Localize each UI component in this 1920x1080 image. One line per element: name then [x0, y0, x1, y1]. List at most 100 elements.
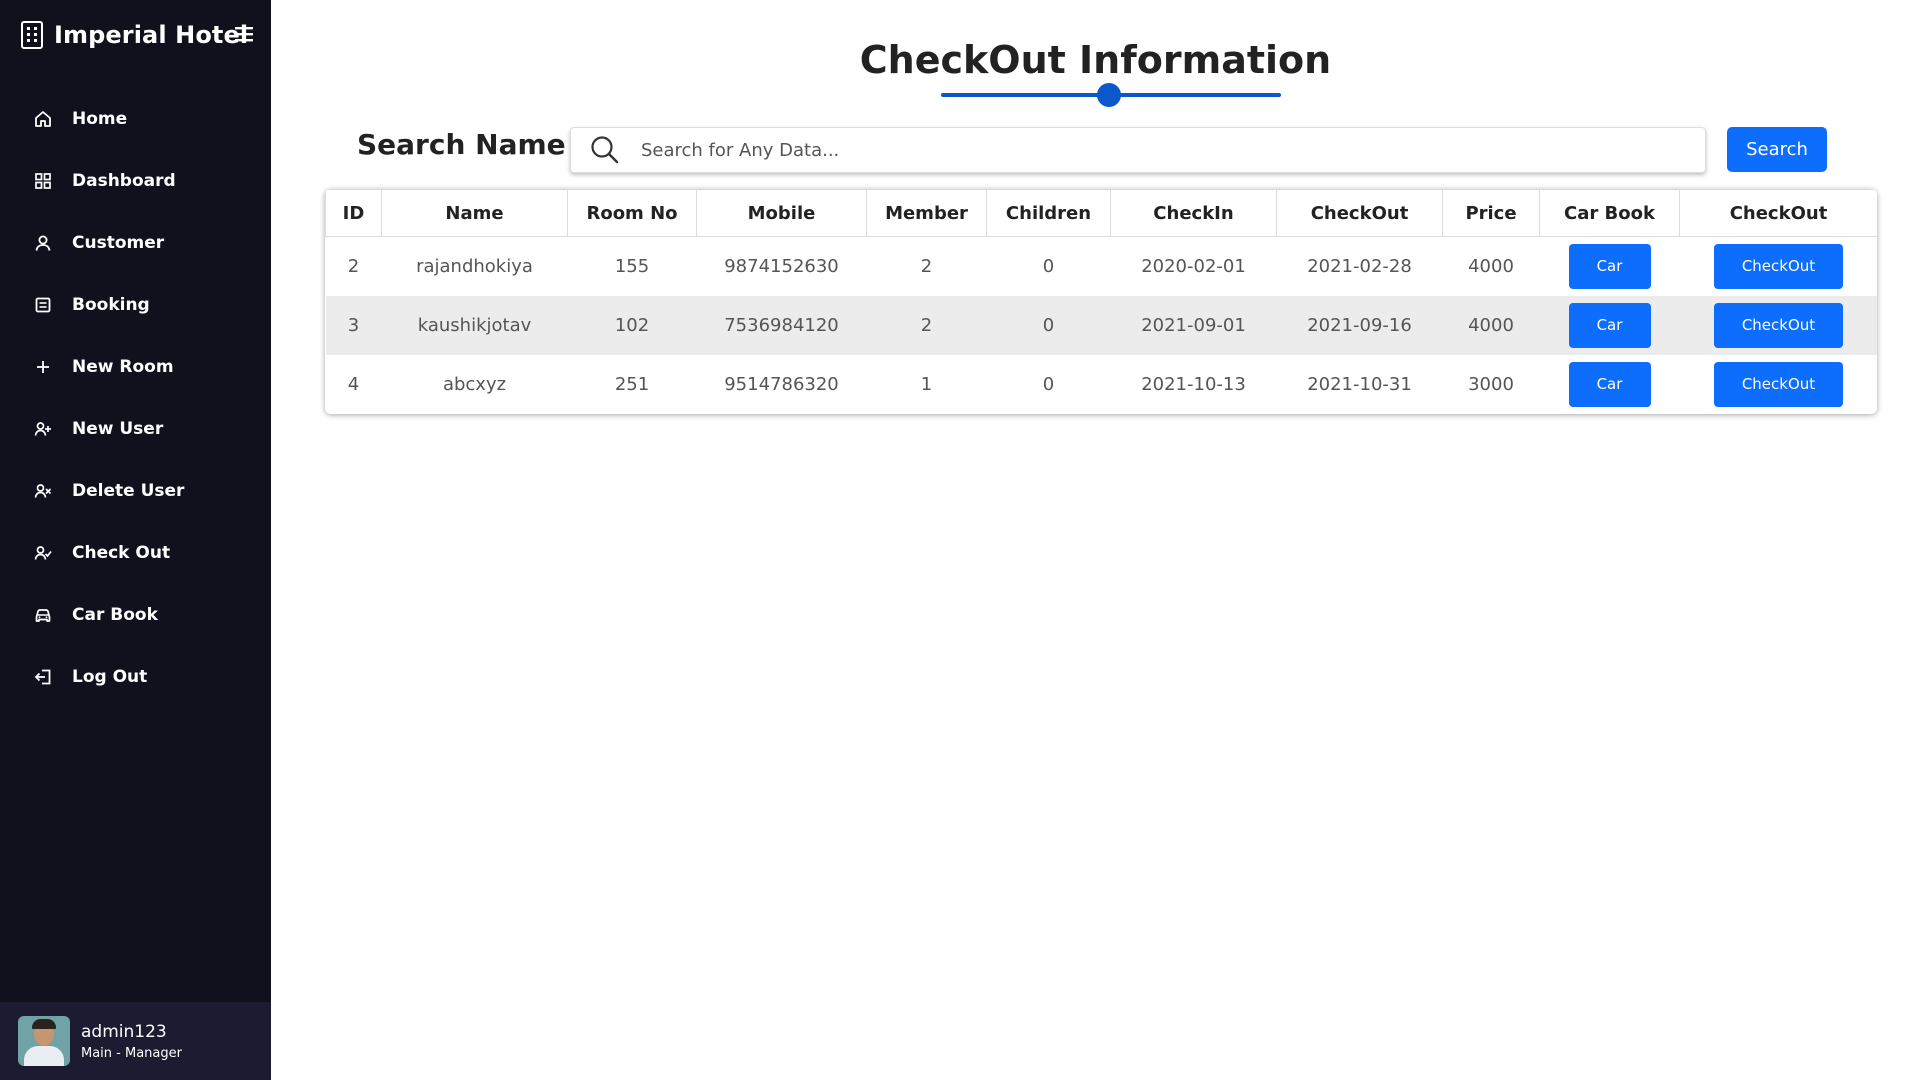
user-plus-icon: [33, 419, 53, 439]
user-check-icon: [33, 543, 53, 563]
building-icon: [21, 21, 43, 49]
sidebar-item-car-book[interactable]: Car Book: [0, 584, 271, 646]
cell-id: 3: [325, 295, 382, 355]
sidebar-item-booking[interactable]: Booking: [0, 274, 271, 336]
cell-checkin: 2021-10-13: [1141, 373, 1246, 395]
plus-icon: [33, 357, 53, 377]
booking-icon: [33, 295, 53, 315]
cell-mobile: 9514786320: [724, 373, 839, 395]
brand-name: Imperial Hotel: [54, 21, 249, 49]
cell-id: 2: [347, 255, 360, 277]
car-button[interactable]: Car: [1568, 361, 1651, 407]
cell-checkout: 2021-02-28: [1307, 255, 1412, 277]
sidebar-item-delete-user[interactable]: Delete User: [0, 460, 271, 522]
sidebar-item-label: New Room: [72, 357, 174, 377]
cell-room-no: 155: [614, 255, 650, 277]
car-button[interactable]: Car: [1568, 302, 1651, 348]
page-title: CheckOut Information: [859, 38, 1332, 82]
table-header-row: ID Name Room No Mobile Member Children C…: [325, 189, 1877, 237]
cell-checkout: 2021-10-31: [1307, 373, 1412, 395]
sidebar-item-label: Delete User: [72, 481, 185, 501]
column-header-price: Price: [1442, 189, 1540, 237]
cell-price: 3000: [1468, 373, 1514, 395]
checkout-button[interactable]: CheckOut: [1714, 302, 1843, 348]
column-header-mobile: Mobile: [696, 189, 867, 237]
cell-car-book: Car: [1540, 237, 1680, 296]
column-header-checkout-date: CheckOut: [1276, 189, 1443, 237]
user-x-icon: [33, 481, 53, 501]
cell-room-no: 251: [614, 373, 650, 395]
menu-icon[interactable]: [234, 24, 254, 44]
cell-member: 2: [866, 295, 987, 355]
search-icon: [591, 136, 619, 164]
column-header-checkout-action: CheckOut: [1679, 189, 1877, 237]
sidebar-item-label: New User: [72, 419, 164, 439]
car-icon: [33, 605, 53, 625]
sidebar-item-dashboard[interactable]: Dashboard: [0, 150, 271, 212]
cell-checkin: 2021-09-01: [1110, 295, 1277, 355]
profile-text: admin123 Main - Manager: [81, 1022, 182, 1061]
search-input[interactable]: [641, 139, 1641, 161]
cell-name: kaushikjotav: [381, 295, 568, 355]
avatar: [18, 1016, 70, 1066]
cell-car-book: Car: [1540, 355, 1680, 414]
cell-mobile: 7536984120: [696, 295, 867, 355]
cell-room-no: 102: [567, 295, 697, 355]
cell-name: abcxyz: [442, 373, 507, 395]
search-label: Search Name: [357, 128, 566, 161]
sidebar-item-new-user[interactable]: New User: [0, 398, 271, 460]
sidebar: Imperial Hotel Home Dashboard Customer B…: [0, 0, 271, 1080]
column-header-member: Member: [866, 189, 987, 237]
profile-name: admin123: [81, 1021, 167, 1042]
logout-icon: [33, 667, 53, 687]
cell-children: 0: [986, 295, 1111, 355]
column-header-checkin: CheckIn: [1110, 189, 1277, 237]
sidebar-nav: Home Dashboard Customer Booking New Room: [0, 88, 271, 708]
cell-checkin: 2020-02-01: [1141, 255, 1246, 277]
main-content: CheckOut Information Search Name Search …: [271, 0, 1920, 1080]
column-header-children: Children: [986, 189, 1111, 237]
table-row: 4 abcxyz 251 9514786320 1 0 2021-10-13 2…: [326, 355, 1878, 414]
column-header-room-no: Room No: [567, 189, 697, 237]
sidebar-item-label: Car Book: [72, 605, 158, 625]
table-row: 2 rajandhokiya 155 9874152630 2 0 2020-0…: [326, 237, 1878, 296]
sidebar-item-customer[interactable]: Customer: [0, 212, 271, 274]
cell-price: 4000: [1442, 295, 1540, 355]
cell-name: rajandhokiya: [416, 255, 533, 277]
checkout-button[interactable]: CheckOut: [1714, 361, 1843, 407]
sidebar-item-home[interactable]: Home: [0, 88, 271, 150]
cell-children: 0: [1042, 255, 1055, 277]
cell-price: 4000: [1468, 255, 1514, 277]
cell-member: 2: [920, 255, 933, 277]
home-icon: [33, 109, 53, 129]
search-button[interactable]: Search: [1727, 127, 1827, 172]
sidebar-item-label: Dashboard: [72, 171, 176, 191]
cell-checkout-action: CheckOut: [1680, 237, 1878, 296]
checkout-table: ID Name Room No Mobile Member Children C…: [325, 189, 1877, 414]
cell-id: 4: [347, 373, 360, 395]
cell-checkout-action: CheckOut: [1679, 295, 1877, 355]
cell-member: 1: [920, 373, 933, 395]
sidebar-item-check-out[interactable]: Check Out: [0, 522, 271, 584]
column-header-id: ID: [325, 189, 382, 237]
cell-children: 0: [1042, 373, 1055, 395]
sidebar-item-label: Home: [72, 109, 128, 129]
car-button[interactable]: Car: [1568, 243, 1651, 289]
column-header-car-book: Car Book: [1539, 189, 1680, 237]
profile-details: admin123 Main - Manager: [0, 1002, 271, 1080]
brand: Imperial Hotel: [20, 18, 248, 52]
grid-icon: [33, 171, 53, 191]
cell-car-book: Car: [1539, 295, 1680, 355]
sidebar-item-new-room[interactable]: New Room: [0, 336, 271, 398]
table-row: 3 kaushikjotav 102 7536984120 2 0 2021-0…: [325, 295, 1877, 355]
user-icon: [33, 233, 53, 253]
search-box: [570, 127, 1706, 173]
checkout-button[interactable]: CheckOut: [1714, 243, 1843, 289]
column-header-name: Name: [381, 189, 568, 237]
sidebar-item-label: Booking: [72, 295, 150, 315]
title-dot: [1097, 83, 1121, 107]
cell-checkout: 2021-09-16: [1276, 295, 1443, 355]
sidebar-item-log-out[interactable]: Log Out: [0, 646, 271, 708]
profile-role: Main - Manager: [81, 1045, 182, 1061]
sidebar-item-label: Check Out: [72, 543, 171, 563]
